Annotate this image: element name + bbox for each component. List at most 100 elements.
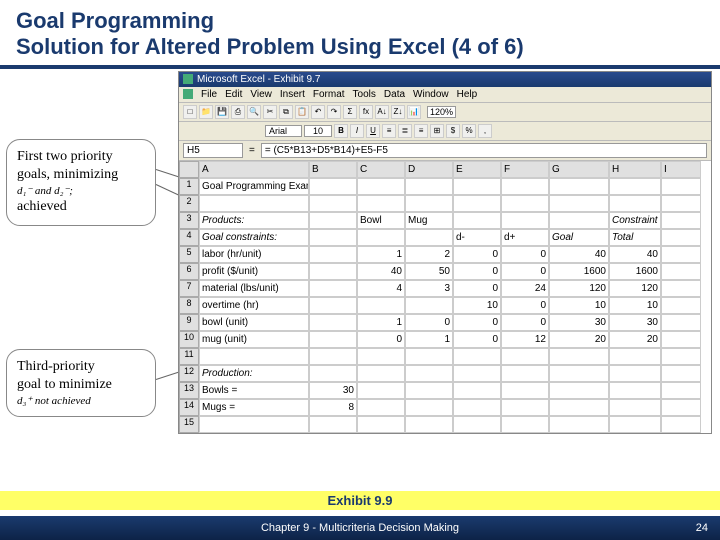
cell-A5[interactable]: labor (hr/unit): [199, 246, 309, 263]
cell-G4[interactable]: Goal: [549, 229, 609, 246]
cell-G1[interactable]: [549, 178, 609, 195]
cut-icon[interactable]: ✂: [263, 105, 277, 119]
rowhdr-13[interactable]: 13: [179, 382, 199, 399]
cell-B12[interactable]: [309, 365, 357, 382]
rowhdr-4[interactable]: 4: [179, 229, 199, 246]
menu-insert[interactable]: Insert: [280, 89, 305, 100]
cell-C3[interactable]: Bowl: [357, 212, 405, 229]
cell-D2[interactable]: [405, 195, 453, 212]
cell-B5[interactable]: [309, 246, 357, 263]
cell-C10[interactable]: 0: [357, 331, 405, 348]
cell-C5[interactable]: 1: [357, 246, 405, 263]
cell-A15[interactable]: [199, 416, 309, 433]
font-box[interactable]: Arial: [265, 125, 302, 137]
cell-I6[interactable]: [661, 263, 701, 280]
cell-F5[interactable]: 0: [501, 246, 549, 263]
cell-I13[interactable]: [661, 382, 701, 399]
rowhdr-5[interactable]: 5: [179, 246, 199, 263]
sum-icon[interactable]: Σ: [343, 105, 357, 119]
cell-F13[interactable]: [501, 382, 549, 399]
rowhdr-3[interactable]: 3: [179, 212, 199, 229]
cell-E13[interactable]: [453, 382, 501, 399]
cell-B3[interactable]: [309, 212, 357, 229]
cell-A10[interactable]: mug (unit): [199, 331, 309, 348]
cell-C15[interactable]: [357, 416, 405, 433]
name-box[interactable]: H5: [183, 143, 243, 158]
cell-C13[interactable]: [357, 382, 405, 399]
cell-B1[interactable]: [309, 178, 357, 195]
cell-F11[interactable]: [501, 348, 549, 365]
formula-input[interactable]: = (C5*B13+D5*B14)+E5-F5: [261, 143, 707, 158]
paste-icon[interactable]: 📋: [295, 105, 309, 119]
cell-F7[interactable]: 24: [501, 280, 549, 297]
cell-B9[interactable]: [309, 314, 357, 331]
cell-D8[interactable]: [405, 297, 453, 314]
cell-C8[interactable]: [357, 297, 405, 314]
cell-I9[interactable]: [661, 314, 701, 331]
cell-H9[interactable]: 30: [609, 314, 661, 331]
cell-E9[interactable]: 0: [453, 314, 501, 331]
cell-C11[interactable]: [357, 348, 405, 365]
col-C[interactable]: C: [357, 161, 405, 178]
cell-D4[interactable]: [405, 229, 453, 246]
cell-E11[interactable]: [453, 348, 501, 365]
cell-H4[interactable]: Total: [609, 229, 661, 246]
cell-I7[interactable]: [661, 280, 701, 297]
cell-H15[interactable]: [609, 416, 661, 433]
cell-D15[interactable]: [405, 416, 453, 433]
cell-H8[interactable]: 10: [609, 297, 661, 314]
cell-A13[interactable]: Bowls =: [199, 382, 309, 399]
cell-H5[interactable]: 40: [609, 246, 661, 263]
cell-B4[interactable]: [309, 229, 357, 246]
rowhdr-6[interactable]: 6: [179, 263, 199, 280]
cell-I10[interactable]: [661, 331, 701, 348]
cell-H12[interactable]: [609, 365, 661, 382]
rowhdr-2[interactable]: 2: [179, 195, 199, 212]
rowhdr-11[interactable]: 11: [179, 348, 199, 365]
cell-B11[interactable]: [309, 348, 357, 365]
cell-F4[interactable]: d+: [501, 229, 549, 246]
cell-F8[interactable]: 0: [501, 297, 549, 314]
spreadsheet-grid[interactable]: A B C D E F G H I 1Goal Programming Exam…: [179, 161, 711, 433]
cell-I11[interactable]: [661, 348, 701, 365]
cell-E3[interactable]: [453, 212, 501, 229]
cell-H1[interactable]: [609, 178, 661, 195]
cell-D7[interactable]: 3: [405, 280, 453, 297]
cell-H2[interactable]: [609, 195, 661, 212]
cell-A3[interactable]: Products:: [199, 212, 309, 229]
cell-H11[interactable]: [609, 348, 661, 365]
cell-A11[interactable]: [199, 348, 309, 365]
rowhdr-7[interactable]: 7: [179, 280, 199, 297]
cell-I14[interactable]: [661, 399, 701, 416]
cell-F10[interactable]: 12: [501, 331, 549, 348]
cell-G8[interactable]: 10: [549, 297, 609, 314]
cell-D14[interactable]: [405, 399, 453, 416]
redo-icon[interactable]: ↷: [327, 105, 341, 119]
menu-format[interactable]: Format: [313, 89, 345, 100]
cell-F1[interactable]: [501, 178, 549, 195]
col-A[interactable]: A: [199, 161, 309, 178]
cell-B6[interactable]: [309, 263, 357, 280]
cell-A9[interactable]: bowl (unit): [199, 314, 309, 331]
cell-A12[interactable]: Production:: [199, 365, 309, 382]
cell-G14[interactable]: [549, 399, 609, 416]
menubar[interactable]: File Edit View Insert Format Tools Data …: [179, 87, 711, 103]
cell-A4[interactable]: Goal constraints:: [199, 229, 309, 246]
cell-D12[interactable]: [405, 365, 453, 382]
cell-E8[interactable]: 10: [453, 297, 501, 314]
cell-I8[interactable]: [661, 297, 701, 314]
undo-icon[interactable]: ↶: [311, 105, 325, 119]
cell-E15[interactable]: [453, 416, 501, 433]
cell-B7[interactable]: [309, 280, 357, 297]
rowhdr-8[interactable]: 8: [179, 297, 199, 314]
cell-H6[interactable]: 1600: [609, 263, 661, 280]
cell-I15[interactable]: [661, 416, 701, 433]
col-H[interactable]: H: [609, 161, 661, 178]
align-center-icon[interactable]: ≣: [398, 124, 412, 138]
menu-data[interactable]: Data: [384, 89, 405, 100]
rowhdr-1[interactable]: 1: [179, 178, 199, 195]
col-E[interactable]: E: [453, 161, 501, 178]
menu-help[interactable]: Help: [457, 89, 478, 100]
col-F[interactable]: F: [501, 161, 549, 178]
zoom-box[interactable]: 120%: [427, 106, 456, 118]
